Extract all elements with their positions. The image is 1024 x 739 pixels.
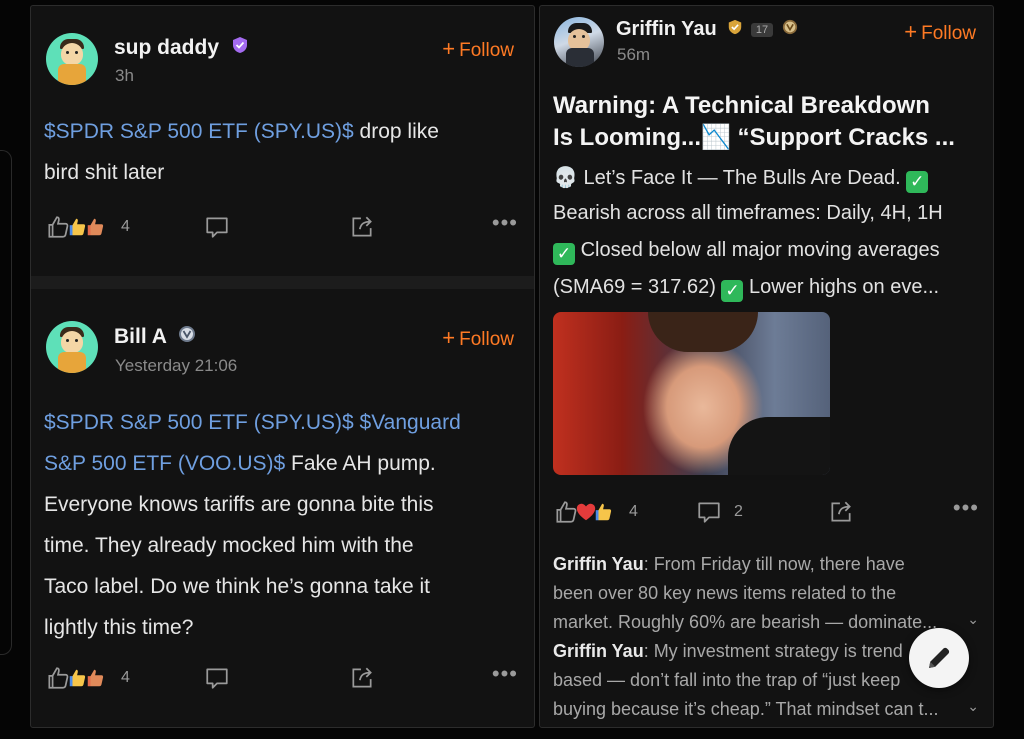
post-actions: 4 •••: [31, 661, 534, 699]
post-body: $SPDR S&P 500 ETF (SPY.US)$ $Vanguard S&…: [44, 411, 461, 639]
check-mark-icon: ✓: [553, 243, 575, 265]
check-mark-icon: ✓: [906, 171, 929, 193]
more-options-icon[interactable]: •••: [492, 661, 518, 687]
post-actions: 4 •••: [31, 210, 534, 248]
feed-column-right: Griffin Yau 17 56m + Follow Warning: A Te…: [539, 5, 994, 728]
reactions-count: 4: [121, 218, 130, 235]
compose-button[interactable]: [909, 628, 969, 688]
post-image[interactable]: [553, 312, 830, 475]
avatar[interactable]: [46, 321, 98, 373]
thumbs-down-emoji-icon: [87, 669, 104, 687]
feed-post[interactable]: Griffin Yau 17 56m + Follow Warning: A Te…: [540, 6, 993, 727]
username[interactable]: Griffin Yau 17: [616, 18, 798, 41]
check-mark-icon: ✓: [721, 280, 744, 302]
level-badge: 17: [750, 22, 774, 37]
comment-preview[interactable]: Griffin Yau: From Friday till now, there…: [553, 550, 983, 637]
share-button[interactable]: [349, 665, 375, 691]
username[interactable]: Bill A: [114, 325, 196, 349]
comment-button[interactable]: [204, 665, 230, 691]
comment-button[interactable]: [204, 214, 230, 240]
verified-shield-icon: [231, 36, 249, 60]
comments-count: 2: [734, 503, 743, 520]
feed-post[interactable]: sup daddy 3h + Follow $SPDR S&P 500 ETF (…: [31, 6, 534, 276]
share-icon: [352, 216, 372, 237]
verified-v-icon: [782, 18, 798, 41]
share-icon: [831, 501, 851, 522]
ticker-link[interactable]: S&P 500 ETF (VOO.US)$: [44, 452, 285, 475]
more-options-icon[interactable]: •••: [492, 210, 518, 236]
ticker-link[interactable]: $Vanguard: [360, 411, 461, 434]
reactions-count: 4: [121, 669, 130, 686]
verified-v-icon: [178, 325, 196, 349]
post-preview-line: ✓ Closed below all major moving averages: [553, 239, 940, 265]
comment-author[interactable]: Griffin Yau: [553, 554, 644, 574]
pencil-icon: [929, 647, 950, 668]
share-icon: [352, 667, 372, 688]
more-options-icon[interactable]: •••: [953, 495, 979, 521]
share-button[interactable]: [828, 499, 854, 525]
feed-column-left: sup daddy 3h + Follow $SPDR S&P 500 ETF (…: [30, 5, 535, 728]
plus-icon: +: [442, 325, 456, 350]
comment-button[interactable]: 2: [696, 499, 743, 525]
ticker-link[interactable]: $SPDR S&P 500 ETF (SPY.US)$: [44, 120, 354, 143]
plus-icon: +: [442, 36, 456, 61]
follow-button[interactable]: + Follow: [442, 325, 514, 351]
reactions[interactable]: 4: [553, 499, 638, 525]
avatar[interactable]: [554, 17, 604, 67]
post-body: $SPDR S&P 500 ETF (SPY.US)$ drop like bi…: [44, 120, 439, 184]
chevron-down-icon[interactable]: ⌄: [967, 698, 979, 715]
reactions-count: 4: [629, 503, 638, 520]
feed-post[interactable]: Bill A Yesterday 21:06 + Follow $SPDR S&P…: [31, 289, 534, 727]
share-button[interactable]: [349, 214, 375, 240]
post-timestamp: 56m: [617, 45, 651, 64]
chevron-down-icon[interactable]: ⌄: [967, 611, 979, 628]
post-timestamp: 3h: [115, 66, 134, 85]
avatar[interactable]: [46, 33, 98, 85]
thumbs-up-emoji-icon: [595, 503, 612, 521]
post-preview-line: (SMA69 = 317.62) ✓ Lower highs on eve...: [553, 276, 940, 302]
plus-icon: +: [904, 19, 918, 44]
verified-shield-icon: [727, 18, 743, 41]
comment-icon: [206, 217, 228, 238]
follow-button[interactable]: + Follow: [442, 36, 514, 62]
thumbs-down-emoji-icon: [87, 218, 104, 236]
post-actions: 4 2 •••: [540, 495, 993, 533]
follow-button[interactable]: + Follow: [904, 19, 976, 45]
post-title[interactable]: Warning: A Technical Breakdown Is Loomin…: [553, 90, 983, 154]
reactions[interactable]: 4: [45, 665, 130, 691]
post-preview-line: 💀 Let’s Face It — The Bulls Are Dead. ✓: [553, 165, 929, 193]
comment-icon: [206, 668, 228, 689]
post-timestamp: Yesterday 21:06: [115, 356, 238, 375]
comment-author[interactable]: Griffin Yau: [553, 641, 644, 661]
screen-edge: [0, 150, 12, 655]
comment-icon: [698, 502, 720, 523]
reactions[interactable]: 4: [45, 214, 130, 240]
username[interactable]: sup daddy: [114, 36, 249, 60]
ticker-link[interactable]: $SPDR S&P 500 ETF (SPY.US)$: [44, 411, 354, 434]
post-divider: [31, 276, 534, 289]
post-preview-line: Bearish across all timeframes: Daily, 4H…: [553, 202, 943, 224]
